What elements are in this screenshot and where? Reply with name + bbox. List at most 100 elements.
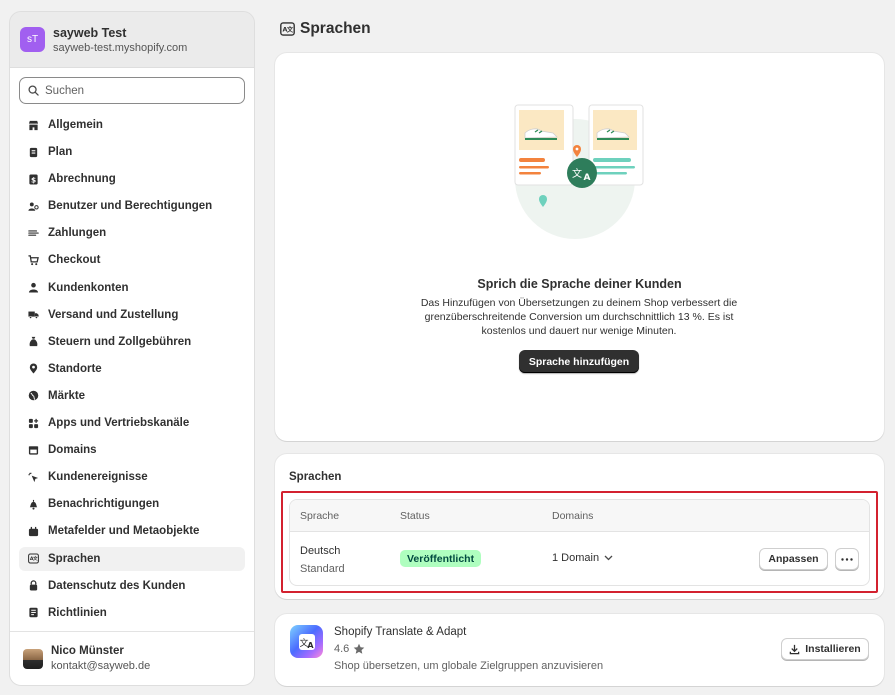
svg-text:$: $ — [31, 175, 36, 184]
users-icon — [28, 201, 39, 212]
sidebar-item-benutzer[interactable]: Benutzer und Berechtigungen — [19, 194, 245, 218]
table-row: Deutsch Standard Veröffentlicht 1 Domain… — [290, 532, 869, 585]
sidebar-item-kundenereignisse[interactable]: Kundenereignisse — [19, 465, 245, 489]
truck-icon — [28, 309, 39, 320]
sidebar-item-label: Checkout — [48, 254, 101, 267]
sidebar-item-steuern[interactable]: Steuern und Zollgebühren — [19, 330, 245, 354]
apps-icon — [28, 418, 39, 429]
sidebar-item-benachrichtigungen[interactable]: Benachrichtigungen — [19, 492, 245, 516]
sidebar-item-datenschutz[interactable]: Datenschutz des Kunden — [19, 574, 245, 598]
download-icon — [789, 644, 800, 654]
sidebar-item-label: Abrechnung — [48, 173, 116, 186]
sidebar-item-maerkte[interactable]: Märkte — [19, 384, 245, 408]
sidebar-item-label: Metafelder und Metaobjekte — [48, 525, 200, 538]
globe-icon — [28, 390, 39, 401]
domains-count: 1 Domain — [552, 552, 600, 564]
bell-icon — [28, 499, 39, 510]
sidebar-item-label: Zahlungen — [48, 227, 107, 240]
page-title-text: Sprachen — [300, 20, 371, 37]
svg-text:A: A — [307, 641, 314, 650]
search-icon — [28, 85, 39, 96]
sidebar-body: Allgemein Plan $ Abrechnung Benutzer und … — [10, 67, 254, 685]
translate-app-card: 文A Shopify Translate & Adapt 4.6 Shop üb… — [275, 614, 884, 686]
languages-card: Sprachen Sprache Status Domains Deutsch … — [275, 454, 884, 599]
svg-text:文: 文 — [572, 167, 582, 180]
settings-sidebar: sT sayweb Test sayweb-test.myshopify.com… — [9, 11, 255, 686]
user-account[interactable]: Nico Münster kontakt@sayweb.de — [10, 631, 254, 685]
domain-icon — [28, 445, 39, 456]
empty-state-description: Das Hinzufügen von Übersetzungen zu dein… — [420, 297, 738, 337]
add-language-button[interactable]: Sprache hinzufügen — [519, 350, 639, 373]
sidebar-item-label: Benachrichtigungen — [48, 498, 160, 511]
more-horizontal-icon — [841, 557, 853, 561]
sidebar-item-apps[interactable]: Apps und Vertriebskanäle — [19, 411, 245, 435]
sidebar-item-standorte[interactable]: Standorte — [19, 357, 245, 381]
star-icon — [353, 643, 365, 654]
sidebar-item-label: Richtlinien — [48, 606, 107, 619]
svg-text:A: A — [584, 173, 591, 183]
sidebar-item-label: Datenschutz des Kunden — [48, 579, 186, 592]
payments-icon — [28, 228, 39, 239]
app-name: Shopify Translate & Adapt — [334, 626, 467, 638]
column-header-domains: Domains — [552, 510, 594, 522]
languages-card-title: Sprachen — [289, 471, 342, 483]
sidebar-item-label: Benutzer und Berechtigungen — [48, 200, 213, 213]
app-description: Shop übersetzen, um globale Zielgruppen … — [334, 660, 604, 672]
sidebar-item-richtlinien[interactable]: Richtlinien — [19, 601, 245, 625]
language-name: Deutsch — [300, 545, 341, 557]
install-label: Installieren — [805, 643, 861, 655]
sidebar-item-allgemein[interactable]: Allgemein — [19, 113, 245, 137]
sidebar-item-domains[interactable]: Domains — [19, 438, 245, 462]
language-cell: Deutsch Standard — [300, 542, 345, 578]
sidebar-item-label: Versand und Zustellung — [48, 308, 179, 321]
domains-dropdown[interactable]: 1 Domain — [552, 552, 613, 564]
lock-icon — [28, 580, 39, 591]
sidebar-item-metafelder[interactable]: Metafelder und Metaobjekte — [19, 519, 245, 543]
sidebar-item-abrechnung[interactable]: $ Abrechnung — [19, 167, 245, 191]
sidebar-item-label: Apps und Vertriebskanäle — [48, 417, 190, 430]
sidebar-item-label: Kundenereignisse — [48, 471, 148, 484]
sidebar-item-versand[interactable]: Versand und Zustellung — [19, 303, 245, 327]
app-rating-value: 4.6 — [334, 643, 350, 655]
empty-state-title: Sprich die Sprache deiner Kunden — [477, 277, 682, 291]
search-input[interactable] — [45, 84, 225, 97]
metafields-icon — [28, 526, 39, 537]
svg-text:文: 文 — [287, 24, 294, 33]
user-email: kontakt@sayweb.de — [51, 660, 151, 672]
table-header: Sprache Status Domains — [290, 500, 869, 532]
dollar-icon: $ — [28, 174, 39, 185]
search-box[interactable] — [19, 77, 245, 104]
translation-illustration: 文 A — [505, 101, 644, 239]
sidebar-item-label: Domains — [48, 444, 97, 457]
settings-nav: Allgemein Plan $ Abrechnung Benutzer und … — [19, 113, 245, 628]
sidebar-item-kundenkonten[interactable]: Kundenkonten — [19, 276, 245, 300]
app-rating: 4.6 — [334, 643, 365, 655]
customize-button[interactable]: Anpassen — [759, 548, 828, 570]
sidebar-item-sprachen[interactable]: A 文 Sprachen — [19, 546, 245, 571]
plan-icon — [28, 147, 39, 158]
status-badge: Veröffentlicht — [400, 550, 482, 567]
language-default-label: Standard — [300, 563, 345, 575]
sidebar-item-checkout[interactable]: Checkout — [19, 248, 245, 272]
page-title: A文 Sprachen — [280, 20, 371, 38]
sidebar-item-label: Märkte — [48, 389, 86, 402]
sidebar-item-label: Sprachen — [48, 552, 101, 565]
chevron-down-icon — [604, 555, 613, 561]
sidebar-item-label: Steuern und Zollgebühren — [48, 335, 192, 348]
tax-icon — [28, 336, 39, 347]
cursor-icon — [28, 472, 39, 483]
store-switcher[interactable]: sT sayweb Test sayweb-test.myshopify.com — [10, 12, 254, 67]
person-icon — [28, 282, 39, 293]
sidebar-item-label: Allgemein — [48, 119, 103, 131]
store-avatar: sT — [20, 27, 45, 52]
svg-text:文: 文 — [33, 555, 38, 562]
avatar — [23, 648, 43, 669]
more-actions-button[interactable] — [835, 548, 859, 570]
languages-table: Sprache Status Domains Deutsch Standard … — [289, 499, 870, 586]
sidebar-item-plan[interactable]: Plan — [19, 140, 245, 164]
translate-app-icon: 文A — [290, 625, 323, 658]
sidebar-item-zahlungen[interactable]: Zahlungen — [19, 221, 245, 245]
install-button[interactable]: Installieren — [781, 638, 869, 660]
location-icon — [28, 363, 39, 374]
empty-state-card: 文 A Sprich die Sprache deiner Kunden Das… — [275, 53, 884, 441]
